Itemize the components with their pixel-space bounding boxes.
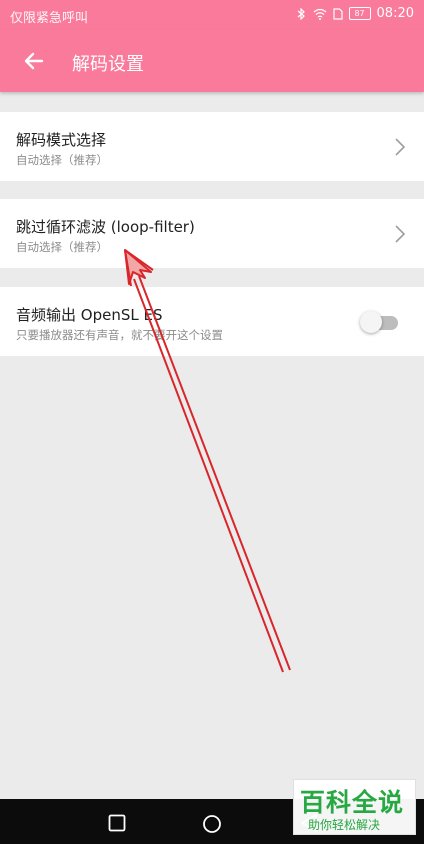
setting-title: 跳过循环滤波 (loop-filter) bbox=[16, 218, 195, 236]
battery-icon: 87 bbox=[348, 7, 371, 20]
setting-summary: 自动选择（推荐） bbox=[16, 153, 108, 167]
watermark-main-text: 百科全说 bbox=[300, 788, 405, 817]
setting-title: 解码模式选择 bbox=[16, 131, 107, 149]
square-icon[interactable] bbox=[108, 814, 126, 832]
bluetooth-icon bbox=[297, 7, 305, 20]
setting-title: 音频输出 OpenSL ES bbox=[16, 306, 163, 324]
toggle-knob bbox=[360, 311, 382, 333]
setting-summary: 只要播放器还有声音，就不要开这个设置 bbox=[16, 328, 223, 342]
wifi-icon bbox=[313, 8, 326, 20]
page-title: 解码设置 bbox=[72, 54, 144, 75]
setting-decode-mode[interactable]: 解码模式选择 自动选择（推荐） bbox=[0, 112, 424, 181]
carrier-text: 仅限紧急呼叫 bbox=[10, 11, 89, 26]
watermark-logo: 百科全说 助你轻松解决 bbox=[293, 779, 416, 835]
clock: 08:20 bbox=[376, 6, 414, 21]
chevron-right-icon bbox=[395, 225, 406, 243]
back-arrow-icon[interactable] bbox=[22, 49, 46, 73]
chevron-right-icon bbox=[395, 138, 406, 156]
status-bar: 仅限紧急呼叫 87 08:20 bbox=[0, 0, 424, 30]
status-icons: 87 08:20 bbox=[295, 6, 414, 21]
watermark-sub-text: 助你轻松解决 bbox=[308, 818, 381, 832]
sim-card-icon bbox=[332, 7, 343, 20]
setting-loop-filter[interactable]: 跳过循环滤波 (loop-filter) 自动选择（推荐） bbox=[0, 199, 424, 268]
opensl-toggle[interactable] bbox=[360, 310, 398, 334]
setting-opensl-es[interactable]: 音频输出 OpenSL ES 只要播放器还有声音，就不要开这个设置 bbox=[0, 287, 424, 356]
app-bar: 解码设置 bbox=[0, 30, 424, 92]
circle-icon[interactable] bbox=[202, 814, 222, 834]
setting-summary: 自动选择（推荐） bbox=[16, 240, 108, 254]
